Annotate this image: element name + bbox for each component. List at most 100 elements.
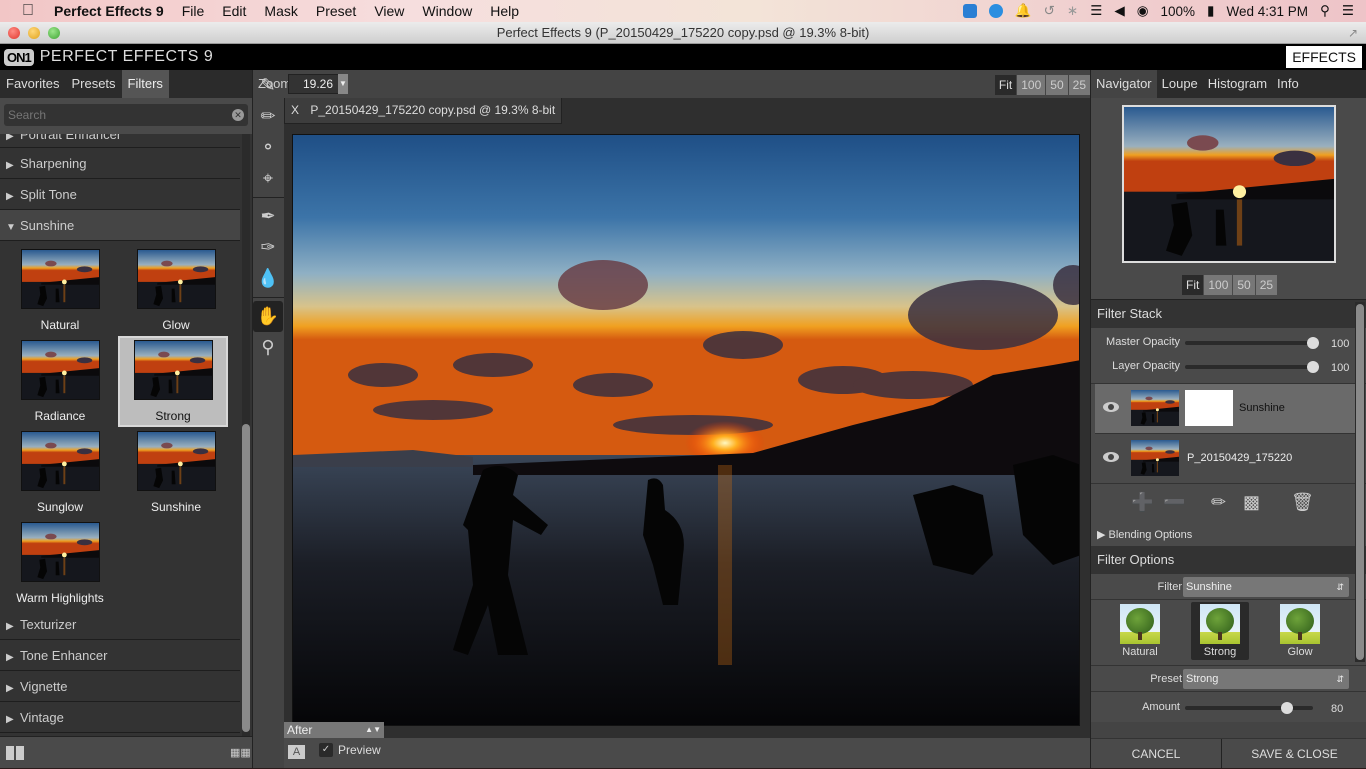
preset-radiance[interactable]: Radiance <box>2 336 118 427</box>
volume-icon[interactable]: ◀ <box>1114 3 1124 19</box>
zoom-100-button[interactable]: 100 <box>1017 75 1046 95</box>
bluetooth-icon[interactable]: ∗ <box>1067 3 1078 19</box>
tab-info[interactable]: Info <box>1272 70 1304 98</box>
category-vignette[interactable]: ▶ Vignette <box>0 671 240 702</box>
clock[interactable]: Wed 4:31 PM <box>1226 4 1308 19</box>
lasso-tool-icon[interactable]: ⌖ <box>253 163 283 194</box>
menu-help[interactable]: Help <box>490 3 519 19</box>
look-glow[interactable]: Glow <box>1271 602 1329 660</box>
menu-window[interactable]: Window <box>422 3 472 19</box>
slider-knob[interactable] <box>1281 702 1294 714</box>
slider-knob[interactable] <box>1307 361 1319 373</box>
input-method-icon[interactable]: ◉ <box>1137 3 1149 19</box>
scrollbar-thumb[interactable] <box>242 424 250 732</box>
wifi-icon[interactable]: ☰ <box>1090 3 1102 19</box>
category-texturizer[interactable]: ▶ Texturizer <box>0 609 240 640</box>
slider-knob[interactable] <box>1307 337 1319 349</box>
notification-bell-icon[interactable]: 🔔 <box>1015 3 1032 19</box>
nav-zoom-100-button[interactable]: 100 <box>1204 275 1233 295</box>
app-menu[interactable]: Perfect Effects 9 <box>54 3 164 19</box>
scrollbar-thumb[interactable] <box>1356 304 1364 660</box>
layer-sunshine[interactable]: Sunshine <box>1095 384 1362 434</box>
add-layer-icon[interactable]: ➕ <box>1131 492 1153 513</box>
look-natural[interactable]: Natural <box>1111 602 1169 660</box>
filter-stack-header[interactable]: Filter Stack <box>1091 300 1366 328</box>
filter-select[interactable]: Sunshine ⇵ <box>1183 577 1349 597</box>
tab-navigator[interactable]: Navigator <box>1091 70 1157 98</box>
minimize-window-button[interactable] <box>28 27 40 39</box>
category-vintage[interactable]: ▶ Vintage <box>0 702 240 733</box>
compare-button[interactable]: A <box>288 745 305 759</box>
nav-zoom-fit-button[interactable]: Fit <box>1182 275 1204 295</box>
nav-zoom-50-button[interactable]: 50 <box>1233 275 1255 295</box>
layer-opacity-slider[interactable]: Layer Opacity 100 <box>1091 354 1366 378</box>
search-input[interactable] <box>4 104 248 126</box>
battery-icon[interactable]: ▮ <box>1207 3 1214 19</box>
clone-stamp-tool-icon[interactable]: ✑ <box>253 232 283 263</box>
visibility-eye-icon[interactable] <box>1103 402 1119 412</box>
preset-glow[interactable]: Glow <box>118 245 234 336</box>
zoom-dropdown-icon[interactable]: ▼ <box>338 74 348 94</box>
hand-tool-icon[interactable]: ✋ <box>253 301 283 332</box>
menu-view[interactable]: View <box>374 3 404 19</box>
apple-menu-icon[interactable]:  <box>18 2 38 20</box>
preset-sunshine[interactable]: Sunshine <box>118 427 234 518</box>
tab-loupe[interactable]: Loupe <box>1157 70 1203 98</box>
category-tone-enhancer[interactable]: ▶ Tone Enhancer <box>0 640 240 671</box>
filter-list-scrollbar[interactable] <box>242 134 250 742</box>
zoom-25-button[interactable]: 25 <box>1068 75 1090 95</box>
layer-base-image[interactable]: P_20150429_175220 <box>1091 434 1366 484</box>
menu-preset[interactable]: Preset <box>316 3 356 19</box>
filter-options-header[interactable]: Filter Options <box>1091 546 1366 574</box>
add-brush-mask-icon[interactable]: ✏ <box>1211 492 1226 513</box>
tab-histogram[interactable]: Histogram <box>1203 70 1272 98</box>
zoom-50-button[interactable]: 50 <box>1046 75 1068 95</box>
retouch-brush-tool-icon[interactable]: ✒ <box>253 201 283 232</box>
layer-mask-thumbnail[interactable] <box>1185 390 1233 426</box>
zoom-fit-button[interactable]: Fit <box>994 75 1017 95</box>
masking-bug-tool-icon[interactable]: ⚬ <box>253 132 283 163</box>
right-panel-scrollbar[interactable] <box>1355 302 1365 662</box>
split-view-icon[interactable] <box>6 746 24 760</box>
category-sharpening[interactable]: ▶ Sharpening <box>0 148 240 179</box>
cancel-button[interactable]: CANCEL <box>1091 739 1222 768</box>
perfect-brush-tool-icon[interactable]: ✏ <box>253 101 283 132</box>
close-document-icon[interactable]: X <box>291 103 299 117</box>
preset-select[interactable]: Strong ⇵ <box>1183 669 1349 689</box>
navigator-preview[interactable] <box>1122 105 1336 263</box>
preview-checkbox[interactable]: ✓ <box>319 743 333 757</box>
category-portrait-enhancer[interactable]: ▶ Portrait Enhancer <box>0 134 240 148</box>
zoom-tool-icon[interactable]: ⚲ <box>253 332 283 363</box>
view-mode-select[interactable]: After ▲▼ <box>284 722 384 738</box>
tab-favorites[interactable]: Favorites <box>0 70 65 98</box>
category-sunshine[interactable]: ▼ Sunshine <box>0 210 240 241</box>
master-opacity-slider[interactable]: Master Opacity 100 <box>1091 330 1366 354</box>
menu-file[interactable]: File <box>182 3 205 19</box>
visibility-eye-icon[interactable] <box>1103 452 1119 462</box>
preset-sunglow[interactable]: Sunglow <box>2 427 118 518</box>
preset-warm-highlights[interactable]: Warm Highlights <box>2 518 118 609</box>
teamviewer-icon[interactable] <box>962 4 977 18</box>
trash-icon[interactable]: 🗑 <box>1291 492 1314 513</box>
category-split-tone[interactable]: ▶ Split Tone <box>0 179 240 210</box>
clear-search-icon[interactable]: ✕ <box>232 109 244 121</box>
preset-natural[interactable]: Natural <box>2 245 118 336</box>
remove-layer-icon[interactable]: ➖ <box>1163 492 1185 513</box>
image-canvas[interactable] <box>292 134 1080 726</box>
shazam-icon[interactable] <box>988 4 1003 18</box>
blur-drop-tool-icon[interactable]: 💧 <box>253 263 283 294</box>
preset-strong[interactable]: Strong <box>118 336 228 427</box>
thumbnail-grid-icon[interactable]: ▦▦ <box>230 747 251 759</box>
zoom-window-button[interactable] <box>48 27 60 39</box>
time-machine-icon[interactable]: ↺ <box>1044 3 1055 19</box>
nav-zoom-25-button[interactable]: 25 <box>1255 275 1278 295</box>
notification-center-icon[interactable]: ☰ <box>1342 3 1354 19</box>
blending-options-toggle[interactable]: ▶ Blending Options <box>1091 524 1366 546</box>
add-gradient-mask-icon[interactable]: ▩ <box>1243 492 1260 513</box>
tab-presets[interactable]: Presets <box>65 70 121 98</box>
fullscreen-icon[interactable]: ↗ <box>1346 26 1360 40</box>
save-and-close-button[interactable]: SAVE & CLOSE <box>1222 739 1366 768</box>
tab-filters[interactable]: Filters <box>121 70 169 98</box>
menu-mask[interactable]: Mask <box>264 3 297 19</box>
look-strong[interactable]: Strong <box>1191 602 1249 660</box>
